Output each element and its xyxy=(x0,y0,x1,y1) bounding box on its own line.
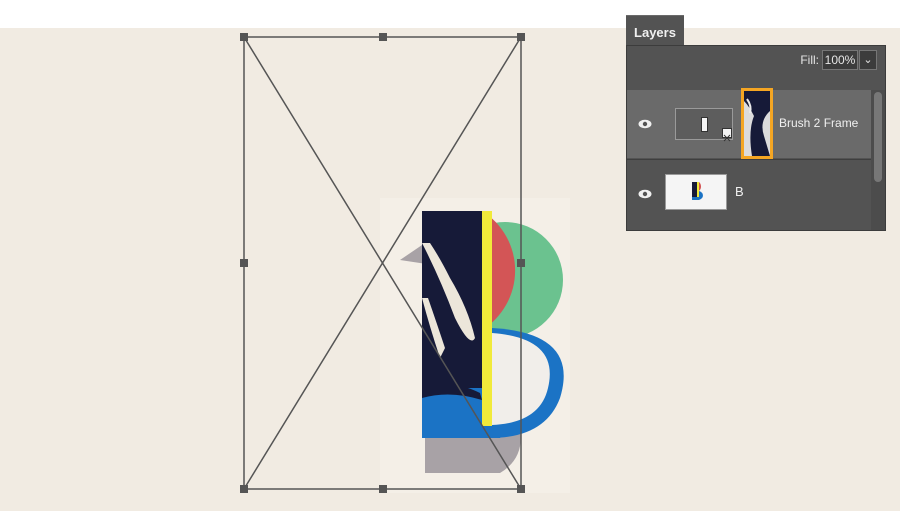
brush-image-thumbnail[interactable] xyxy=(741,88,773,159)
transform-handle-bottom-center[interactable] xyxy=(379,485,387,493)
transform-handle-top-center[interactable] xyxy=(379,33,387,41)
fill-label: Fill: xyxy=(800,53,819,67)
eye-icon[interactable] xyxy=(638,117,652,131)
transform-handle-bottom-right[interactable] xyxy=(517,485,525,493)
fill-input[interactable]: 100% xyxy=(822,50,858,70)
b-layer-thumbnail[interactable] xyxy=(665,174,727,210)
brush-thumbnail-art xyxy=(744,91,770,156)
transform-handle-middle-right[interactable] xyxy=(517,259,525,267)
mask-bar-icon xyxy=(701,117,708,132)
scrollbar-thumb[interactable] xyxy=(874,92,882,182)
frame-badge-icon xyxy=(722,128,732,142)
frame-x-icon xyxy=(723,134,731,142)
transform-handle-bottom-left[interactable] xyxy=(240,485,248,493)
layer-name: B xyxy=(735,184,744,199)
fill-row: Fill: 100% ⌄ xyxy=(627,46,885,74)
letter-b-yellow-band xyxy=(482,211,492,426)
transform-handle-middle-left[interactable] xyxy=(240,259,248,267)
layer-row-brush-2-frame[interactable]: Brush 2 Frame xyxy=(627,88,871,159)
layers-tab[interactable]: Layers xyxy=(626,15,684,46)
layers-panel: Layers Fill: 100% ⌄ Brush 2 Frame B xyxy=(626,15,886,231)
chevron-down-icon[interactable]: ⌄ xyxy=(859,50,877,70)
frame-mask-thumbnail[interactable] xyxy=(675,108,733,142)
layers-scrollbar[interactable] xyxy=(871,90,885,230)
transform-handle-top-right[interactable] xyxy=(517,33,525,41)
eye-icon[interactable] xyxy=(638,187,652,201)
layers-panel-body: Fill: 100% ⌄ Brush 2 Frame B xyxy=(626,45,886,231)
layer-row-b[interactable]: B xyxy=(627,159,871,228)
b-thumbnail-art xyxy=(692,182,703,200)
transform-handle-top-left[interactable] xyxy=(240,33,248,41)
layer-name: Brush 2 Frame xyxy=(779,116,859,130)
